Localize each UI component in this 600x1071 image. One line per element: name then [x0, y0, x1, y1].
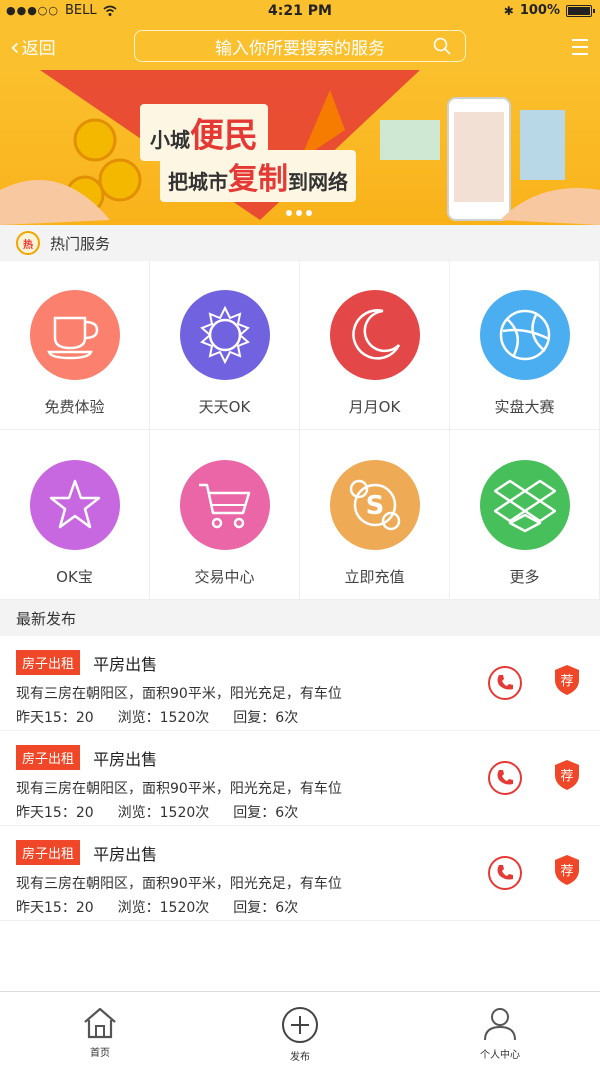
service-label: 月月OK	[348, 398, 401, 416]
latest-header: 最新发布	[0, 600, 600, 636]
post-time: 昨天15：20	[16, 710, 94, 726]
tab-publish[interactable]: 发布	[200, 992, 400, 1071]
cart-icon	[179, 460, 270, 550]
service-daily-ok[interactable]: 天天OK	[150, 260, 300, 430]
service-label: 实盘大赛	[494, 398, 555, 416]
home-icon	[84, 1007, 116, 1039]
service-monthly-ok[interactable]: 月月OK	[300, 260, 450, 430]
phone-icon[interactable]	[488, 856, 522, 890]
service-recharge[interactable]: S 立即充值	[300, 430, 450, 600]
post-meta: 昨天15：20 浏览：1520次 回复：6次	[16, 707, 584, 727]
post-views: 浏览：1520次	[117, 900, 210, 916]
list-item[interactable]: 房子出租 平房出售 现有三房在朝阳区，面积90平米，阳光充足，有车位 昨天15：…	[0, 731, 600, 826]
service-more[interactable]: 更多	[450, 430, 600, 600]
section-title: 热门服务	[50, 234, 111, 253]
bluetooth-icon: ✱	[503, 3, 514, 18]
phone-icon[interactable]	[488, 666, 522, 700]
tab-label: 发布	[290, 1052, 310, 1063]
basketball-icon	[479, 290, 570, 380]
search-placeholder: 输入你所要搜索的服务	[215, 38, 385, 59]
promo-banner[interactable]: 小城便民 把城市复制到网络	[0, 70, 600, 225]
post-replies: 回复：6次	[233, 900, 299, 916]
top-bar: ●●●○○ BELL 4:21 PM ✱ 100% ‹ 返回 输入你所要搜索的服…	[0, 0, 600, 70]
status-bar: ●●●○○ BELL 4:21 PM ✱ 100%	[0, 0, 600, 22]
recommend-button[interactable]: 荐	[554, 854, 580, 886]
service-trade-center[interactable]: 交易中心	[150, 430, 300, 600]
service-free-trial[interactable]: 免费体验	[0, 260, 150, 430]
posts-list: 房子出租 平房出售 现有三房在朝阳区，面积90平米，阳光充足，有车位 昨天15：…	[0, 636, 600, 921]
hot-badge-icon: 热	[16, 231, 40, 255]
list-item[interactable]: 房子出租 平房出售 现有三房在朝阳区，面积90平米，阳光充足，有车位 昨天15：…	[0, 826, 600, 921]
services-grid: 免费体验 天天OK 月月OK 实盘大赛 OK宝 交易中心 S 立即充值 更多	[0, 260, 600, 600]
recommend-button[interactable]: 荐	[554, 664, 580, 696]
section-title: 最新发布	[16, 609, 77, 628]
hot-services-header: 热 热门服务	[0, 225, 600, 261]
recommend-label: 荐	[560, 864, 574, 879]
sun-icon	[179, 290, 270, 380]
banner-pager[interactable]	[286, 210, 312, 216]
service-label: 更多	[509, 568, 540, 586]
coffee-cup-icon	[29, 290, 120, 380]
service-label: 立即充值	[344, 568, 405, 586]
battery-icon	[566, 4, 595, 17]
dropbox-icon	[479, 460, 570, 550]
recommend-label: 荐	[560, 769, 574, 784]
banner-subtitle: 把城市复制到网络	[160, 150, 356, 202]
star-icon	[29, 460, 120, 550]
chevron-left-icon: ‹	[10, 32, 20, 61]
banner-title-small: 小城	[150, 128, 190, 152]
back-label: 返回	[21, 39, 56, 59]
pager-dot[interactable]	[286, 210, 292, 216]
svg-text:S: S	[365, 491, 384, 521]
phone-icon[interactable]	[488, 761, 522, 795]
category-tag: 房子出租	[16, 745, 81, 770]
moon-icon	[329, 290, 420, 380]
category-tag: 房子出租	[16, 840, 81, 865]
tab-profile[interactable]: 个人中心	[400, 992, 600, 1071]
tab-label: 个人中心	[480, 1050, 520, 1061]
search-input[interactable]: 输入你所要搜索的服务	[134, 30, 466, 62]
recommend-button[interactable]: 荐	[554, 759, 580, 791]
skype-icon: S	[329, 460, 420, 550]
back-button[interactable]: ‹ 返回	[10, 32, 56, 61]
service-label: 天天OK	[198, 398, 251, 416]
banner-subtitle-a: 把城市	[168, 170, 228, 194]
post-title: 平房出售	[93, 844, 158, 864]
search-icon	[433, 37, 451, 55]
post-title: 平房出售	[93, 654, 158, 674]
post-title: 平房出售	[93, 749, 158, 769]
bottom-tab-bar: 首页 发布 个人中心	[0, 991, 600, 1071]
post-time: 昨天15：20	[16, 900, 94, 916]
post-replies: 回复：6次	[233, 710, 299, 726]
tab-home[interactable]: 首页	[0, 992, 200, 1071]
category-tag: 房子出租	[16, 650, 81, 675]
post-meta: 昨天15：20 浏览：1520次 回复：6次	[16, 897, 584, 917]
plus-circle-icon	[282, 1007, 318, 1043]
post-views: 浏览：1520次	[117, 805, 210, 821]
menu-icon[interactable]	[570, 36, 590, 58]
user-icon	[484, 1008, 516, 1041]
post-meta: 昨天15：20 浏览：1520次 回复：6次	[16, 802, 584, 822]
banner-subtitle-big: 复制	[228, 162, 288, 197]
tab-label: 首页	[90, 1048, 110, 1059]
post-views: 浏览：1520次	[117, 710, 210, 726]
recommend-label: 荐	[560, 674, 574, 689]
service-label: 免费体验	[44, 398, 105, 416]
service-label: OK宝	[56, 568, 93, 586]
list-item[interactable]: 房子出租 平房出售 现有三房在朝阳区，面积90平米，阳光充足，有车位 昨天15：…	[0, 636, 600, 731]
post-time: 昨天15：20	[16, 805, 94, 821]
service-ok-bao[interactable]: OK宝	[0, 430, 150, 600]
post-replies: 回复：6次	[233, 805, 299, 821]
service-label: 交易中心	[194, 568, 255, 586]
battery-area: ✱ 100%	[503, 3, 595, 18]
service-live-contest[interactable]: 实盘大赛	[450, 260, 600, 430]
banner-subtitle-b: 到网络	[288, 170, 348, 194]
pager-dot[interactable]	[306, 210, 312, 216]
pager-dot[interactable]	[296, 210, 302, 216]
battery-percent: 100%	[519, 3, 560, 18]
